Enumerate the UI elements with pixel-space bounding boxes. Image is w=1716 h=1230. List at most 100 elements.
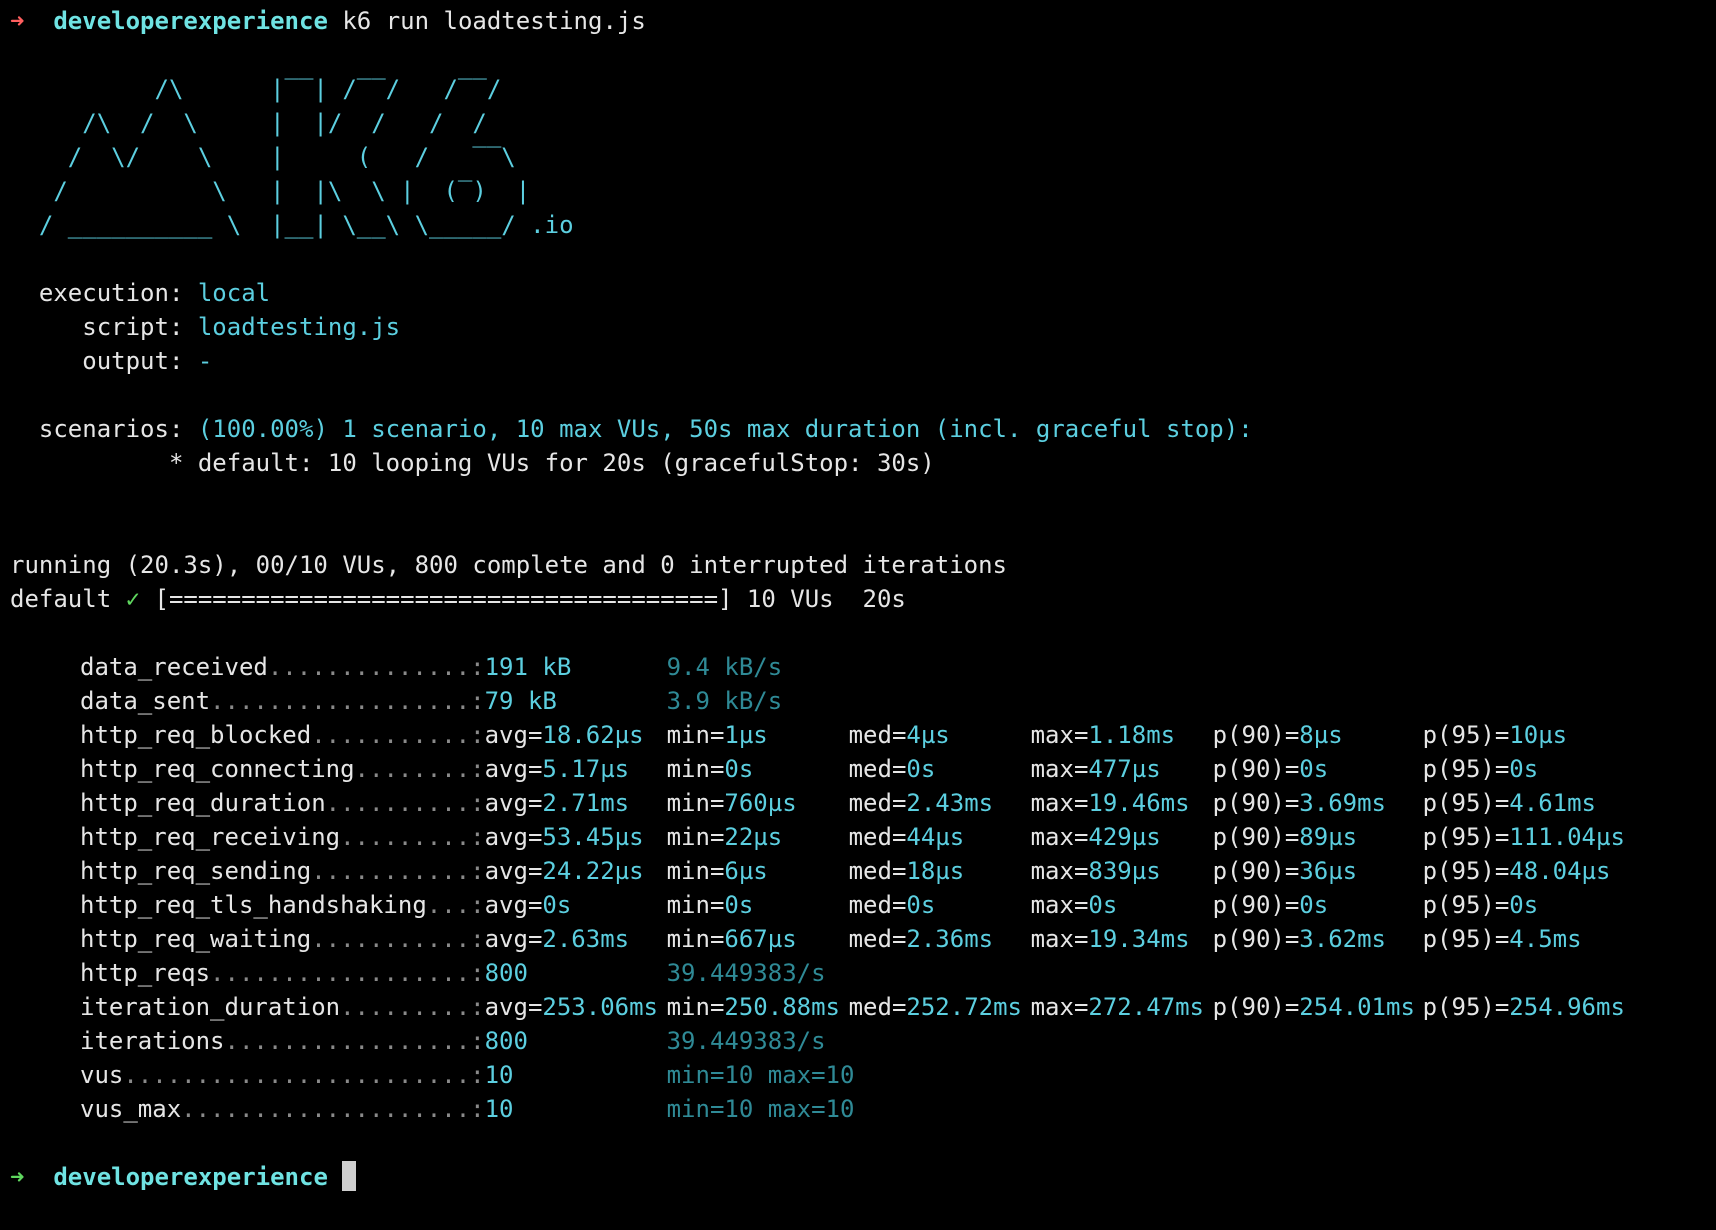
stat-key: p(95)= — [1422, 925, 1510, 953]
stat-value: 0s — [1088, 891, 1118, 919]
metric-stat: med=0s — [849, 752, 1031, 786]
stat-key: max= — [1030, 721, 1089, 749]
stat-value: 272.47ms — [1088, 993, 1204, 1021]
stat-key: med= — [848, 823, 907, 851]
metric-stat: max=1.18ms — [1031, 718, 1213, 752]
metric-stat: min=760µs — [667, 786, 849, 820]
metric-name: http_req_sending — [80, 857, 312, 885]
metric-stat: p(95)=254.96ms — [1423, 990, 1633, 1024]
metric-dots: .................: — [224, 1027, 485, 1055]
stat-value: 0s — [906, 755, 936, 783]
stat-value: 89µs — [1299, 823, 1358, 851]
metric-stat: med=44µs — [849, 820, 1031, 854]
metric-row: data_sent..................: 79 kB 3.9 kB/… — [80, 684, 1633, 718]
metric-stat: p(95)=111.04µs — [1423, 820, 1633, 854]
logo-line: / \ | |\ \ | (‾) | — [10, 177, 545, 205]
stat-key: p(95)= — [1422, 857, 1510, 885]
stat-value: 1.18ms — [1088, 721, 1176, 749]
metric-row: iteration_duration.........: avg=253.06ms… — [80, 990, 1633, 1024]
stat-value: 24.22µs — [542, 857, 644, 885]
stat-value: 839µs — [1088, 857, 1161, 885]
metric-stat: min=6µs — [667, 854, 849, 888]
stat-key: avg= — [484, 891, 543, 919]
stat-key: med= — [848, 891, 907, 919]
metric-row: http_reqs..................: 800 39.449383… — [80, 956, 1633, 990]
metric-name: http_reqs — [80, 959, 211, 987]
metric-rate: 3.9 kB/s — [666, 687, 783, 715]
metric-rate: 39.449383/s — [666, 959, 826, 987]
k6-logo: /\ |‾‾| /‾‾/ /‾‾/ /\ / \ | |/ / / / / \/… — [10, 72, 1716, 242]
metric-dots: ...........: — [311, 925, 485, 953]
metric-row: http_req_sending...........: avg=24.22µs m… — [80, 854, 1633, 888]
metric-stat: p(90)=36µs — [1213, 854, 1423, 888]
metric-name-cell: http_req_receiving.........: — [80, 820, 485, 854]
metric-dots: ...........: — [311, 857, 485, 885]
stat-value: 3.62ms — [1299, 925, 1386, 953]
metric-name-cell: http_req_sending...........: — [80, 854, 485, 888]
script-label: script: — [10, 313, 198, 341]
metric-name-cell: http_req_tls_handshaking...: — [80, 888, 485, 922]
metric-stat: max=429µs — [1031, 820, 1213, 854]
stat-key: min= — [666, 789, 725, 817]
metric-value: 800 — [484, 959, 528, 987]
stat-key: max= — [1030, 891, 1089, 919]
metric-dots: .........: — [340, 823, 485, 851]
stat-value: 5.17µs — [542, 755, 630, 783]
metric-name: iteration_duration — [80, 993, 341, 1021]
stat-value: 253.06ms — [542, 993, 658, 1021]
output-label: output: — [10, 347, 198, 375]
metric-dots: ...: — [426, 891, 485, 919]
metric-stat: avg=5.17µs — [485, 752, 667, 786]
stat-value: 254.96ms — [1509, 993, 1625, 1021]
metric-name: data_sent — [80, 687, 211, 715]
metric-row: vus_max....................: 10 min=10 max… — [80, 1092, 1633, 1126]
scenarios-line: scenarios: (100.00%) 1 scenario, 10 max … — [10, 412, 1716, 446]
metric-name: iterations — [80, 1027, 225, 1055]
output-line: output: - — [10, 344, 1716, 378]
execution-value: local — [197, 279, 271, 307]
metric-stat: max=477µs — [1031, 752, 1213, 786]
stat-key: max= — [1030, 789, 1089, 817]
metric-name-cell: vus........................: — [80, 1058, 485, 1092]
metric-name: vus — [80, 1061, 124, 1089]
stat-key: p(90)= — [1212, 789, 1300, 817]
stat-value: 250.88ms — [724, 993, 840, 1021]
metric-name-cell: http_req_blocked...........: — [80, 718, 485, 752]
stat-value: 22µs — [724, 823, 783, 851]
stat-value: 4.61ms — [1509, 789, 1596, 817]
metric-stat: p(90)=254.01ms — [1213, 990, 1423, 1024]
metric-stat: p(95)=4.5ms — [1423, 922, 1633, 956]
metric-value: 191 kB — [484, 653, 572, 681]
stat-value: 8µs — [1299, 721, 1343, 749]
terminal-window[interactable]: ➜ developerexperience k6 run loadtesting… — [0, 0, 1716, 1230]
stat-value: 4.5ms — [1509, 925, 1582, 953]
metric-name: http_req_receiving — [80, 823, 341, 851]
metric-stat: max=0s — [1031, 888, 1213, 922]
progress-bar: [======================================]… — [140, 585, 906, 613]
metric-dots: ...........: — [311, 721, 485, 749]
execution-line: execution: local — [10, 276, 1716, 310]
metric-name-cell: data_received..............: — [80, 650, 485, 684]
stat-key: p(90)= — [1212, 891, 1300, 919]
stat-value: 0s — [1509, 755, 1539, 783]
metric-rate: min=10 max=10 — [666, 1061, 855, 1089]
stat-value: 18.62µs — [542, 721, 644, 749]
metric-dots: ..........: — [325, 789, 485, 817]
metric-row: data_received..............: 191 kB 9.4 kB… — [80, 650, 1633, 684]
metric-name: data_received — [80, 653, 268, 681]
stat-value: 19.46ms — [1088, 789, 1190, 817]
metric-value: 10 — [484, 1095, 514, 1123]
stat-key: p(90)= — [1212, 721, 1300, 749]
stat-value: 0s — [1509, 891, 1539, 919]
metric-row: iterations.................: 800 39.449383… — [80, 1024, 1633, 1058]
metric-rate: 9.4 kB/s — [666, 653, 783, 681]
stat-value: 429µs — [1088, 823, 1161, 851]
stat-key: min= — [666, 755, 725, 783]
stat-value: 0s — [724, 755, 754, 783]
stat-value: 6µs — [724, 857, 768, 885]
metric-stat: avg=53.45µs — [485, 820, 667, 854]
final-prompt-line[interactable]: ➜ developerexperience — [10, 1160, 1716, 1194]
metric-stat: avg=18.62µs — [485, 718, 667, 752]
metric-stat: avg=2.71ms — [485, 786, 667, 820]
